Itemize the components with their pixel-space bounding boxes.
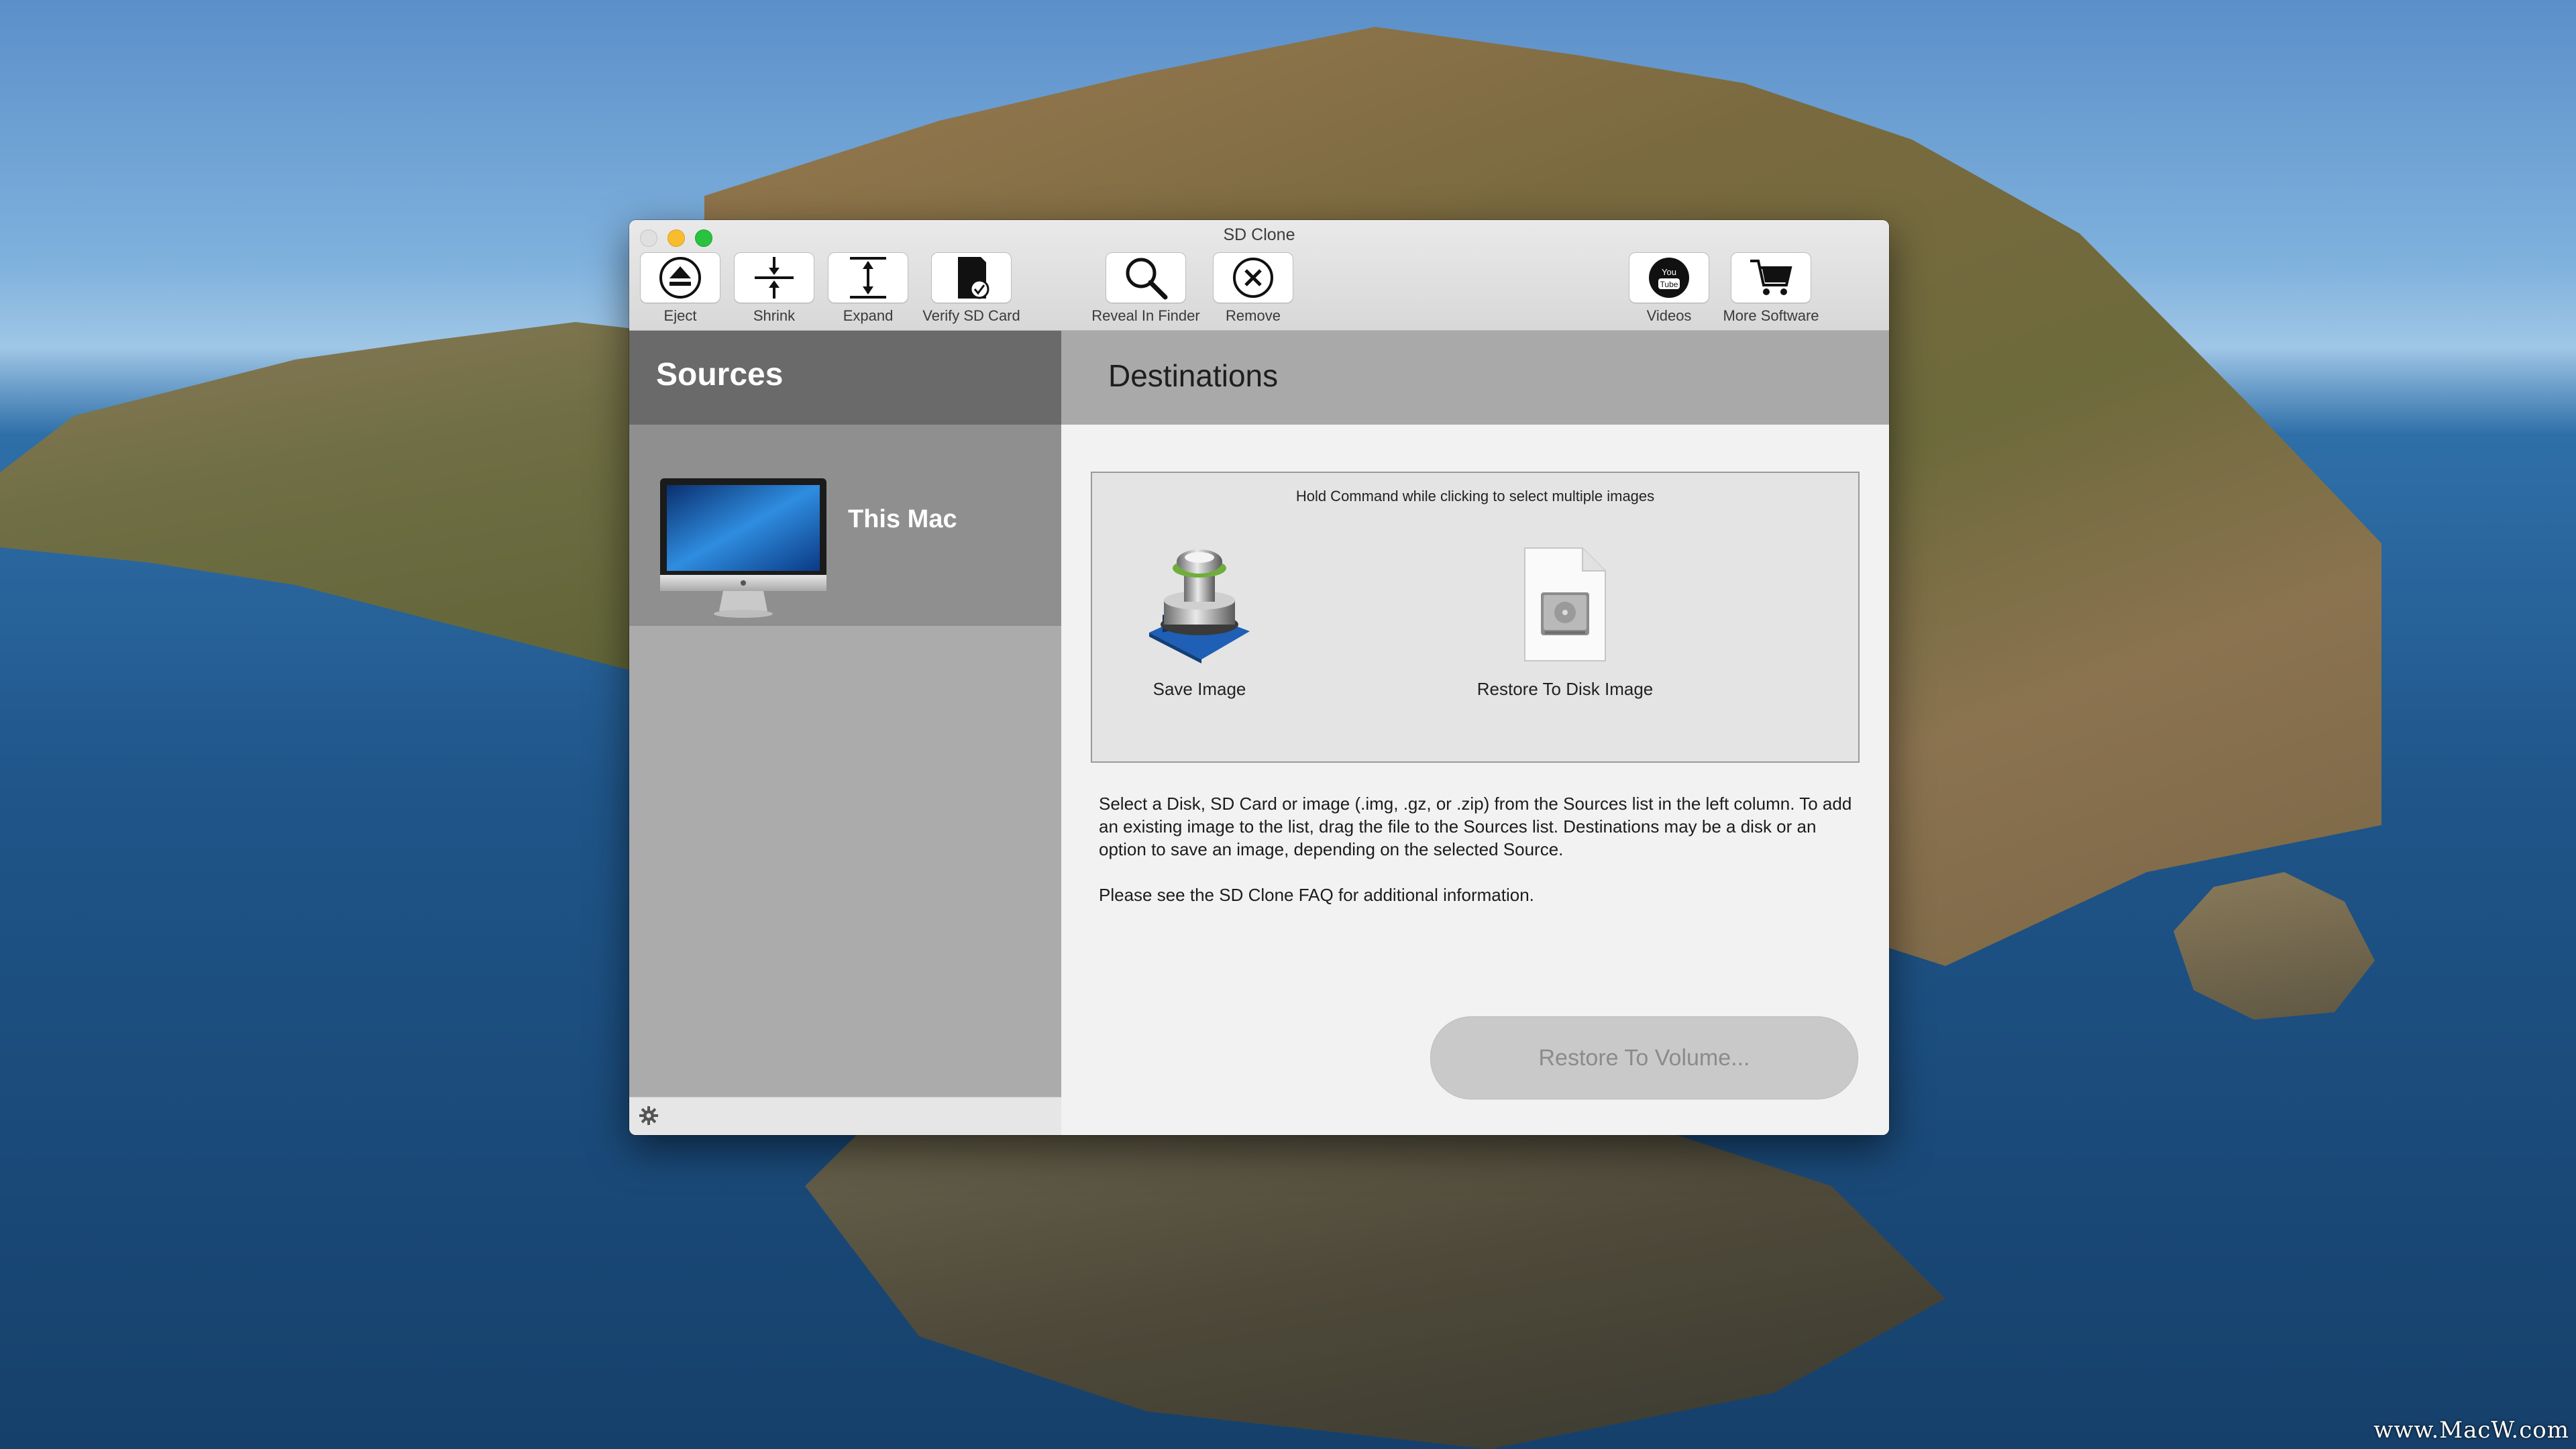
instructions-text: Select a Disk, SD Card or image (.img, .… [1099, 792, 1864, 906]
imac-icon [660, 478, 826, 618]
shrink-icon [755, 257, 794, 299]
desktop-hills-left [0, 322, 738, 698]
restore-to-volume-button[interactable]: Restore To Volume... [1430, 1016, 1858, 1099]
youtube-icon: You Tube [1649, 258, 1689, 298]
desktop-watermark: www.MacW.com [2373, 1417, 2569, 1444]
sd-card-check-icon [958, 257, 989, 299]
destinations-list: Hold Command while clicking to select mu… [1091, 472, 1860, 763]
shopping-cart-icon [1750, 260, 1792, 295]
window-title: SD Clone [1223, 225, 1295, 244]
sources-header: Sources [629, 331, 1061, 425]
more-software-button[interactable]: More Software [1717, 252, 1825, 325]
reveal-in-finder-button[interactable]: Reveal In Finder [1085, 252, 1206, 325]
multi-select-hint: Hold Command while clicking to select mu… [1295, 488, 1655, 504]
faq-paragraph: Please see the SD Clone FAQ for addition… [1099, 885, 1534, 905]
verify-sd-card-button[interactable]: Verify SD Card [918, 252, 1025, 325]
svg-text:Tube: Tube [1660, 280, 1678, 289]
destinations-pane: Destinations Hold Command while clicking… [1061, 331, 1889, 1135]
destinations-header: Destinations [1061, 331, 1889, 425]
remove-button[interactable]: Remove [1212, 252, 1295, 325]
sd-clone-window: SD Clone Eject Shrink Expand Verify SD C… [629, 220, 1889, 1135]
gear-icon[interactable] [639, 1106, 659, 1126]
destination-save-image[interactable]: Save Image [1132, 545, 1267, 700]
remove-x-circle-icon [1233, 258, 1273, 298]
title-bar: SD Clone Eject Shrink Expand Verify SD C… [629, 220, 1889, 331]
shrink-button[interactable]: Shrink [733, 252, 816, 325]
svg-text:You: You [1662, 267, 1676, 277]
eject-icon [659, 257, 701, 299]
destinations-title: Destinations [1108, 358, 1279, 393]
sources-title: Sources [656, 357, 784, 392]
sources-footer [629, 1097, 1061, 1135]
save-image-icon [1149, 549, 1250, 663]
destination-label: Save Image [1152, 679, 1246, 699]
disk-image-document-icon [1524, 547, 1606, 661]
videos-button[interactable]: You Tube Videos [1627, 252, 1711, 325]
source-item-label: This Mac [848, 505, 957, 533]
instructions-paragraph: Select a Disk, SD Card or image (.img, .… [1099, 794, 1852, 859]
expand-button[interactable]: Expand [826, 252, 910, 325]
expand-icon [850, 257, 886, 299]
source-item-this-mac[interactable]: This Mac [629, 425, 1061, 626]
destination-restore-to-disk-image[interactable]: Restore To Disk Image [1468, 545, 1662, 700]
eject-button[interactable]: Eject [639, 252, 722, 325]
magnifier-icon [1126, 258, 1168, 300]
destination-label: Restore To Disk Image [1477, 679, 1654, 699]
sources-pane: Sources This Mac [629, 331, 1061, 1135]
desktop-islet [2174, 872, 2375, 1020]
